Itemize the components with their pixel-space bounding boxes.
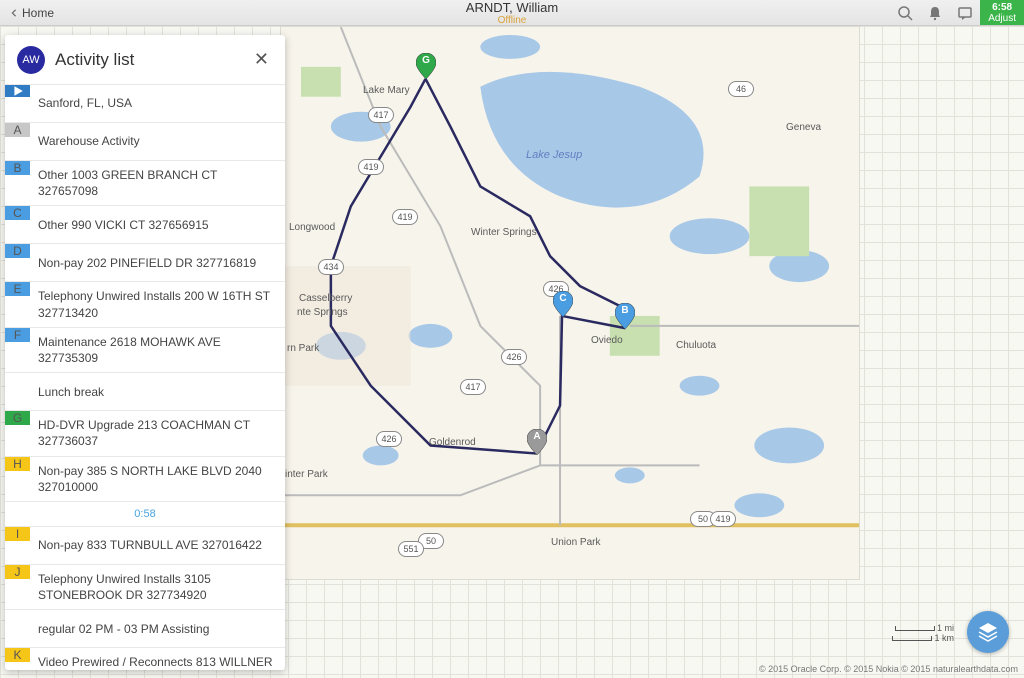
- place-label: rn Park: [287, 343, 319, 354]
- activity-badge: J: [5, 565, 30, 579]
- status-label: Offline: [466, 15, 558, 26]
- map-scale: 1 mi 1 km: [892, 623, 954, 643]
- place-label: Longwood: [289, 222, 335, 233]
- activity-badge: E: [5, 282, 30, 296]
- activity-badge: A: [5, 123, 30, 137]
- lake-label: Lake Jesup: [526, 149, 582, 161]
- activity-text: HD-DVR Upgrade 213 COACHMAN CT 327736037: [30, 411, 285, 455]
- activity-text: Maintenance 2618 MOHAWK AVE 327735309: [30, 328, 285, 372]
- route-badge: 426: [376, 431, 402, 447]
- map-panel[interactable]: Lake Jesup Lake Mary Geneva Winter Springs…: [280, 26, 860, 580]
- activity-text: Telephony Unwired Installs 3105 STONEBRO…: [30, 565, 285, 609]
- activity-badge: F: [5, 328, 30, 342]
- map-pin[interactable]: C: [553, 291, 573, 317]
- place-label: Winter Springs: [471, 227, 537, 238]
- place-label: nte Springs: [297, 307, 348, 318]
- activity-item[interactable]: FMaintenance 2618 MOHAWK AVE 327735309: [5, 327, 285, 372]
- route-badge: 426: [501, 349, 527, 365]
- place-label: Geneva: [786, 122, 821, 133]
- adjust-time: 6:58: [992, 2, 1012, 13]
- route-badge: 417: [368, 107, 394, 123]
- home-label: Home: [22, 6, 54, 20]
- route-badge: 419: [392, 209, 418, 225]
- activity-badge: D: [5, 244, 30, 258]
- activity-badge: G: [5, 411, 30, 425]
- home-button[interactable]: Home: [0, 0, 64, 25]
- map-attribution: © 2015 Oracle Corp. © 2015 Nokia © 2015 …: [759, 664, 1018, 674]
- activity-text: Non-pay 385 S NORTH LAKE BLVD 2040 32701…: [30, 457, 285, 501]
- route-badge: 419: [710, 511, 736, 527]
- activity-text: Video Prewired / Reconnects 813 WILLNER …: [30, 648, 285, 670]
- activity-item[interactable]: KVideo Prewired / Reconnects 813 WILLNER…: [5, 647, 285, 670]
- activity-item[interactable]: AWarehouse Activity: [5, 122, 285, 160]
- place-label: Lake Mary: [363, 85, 410, 96]
- map-pin[interactable]: B: [615, 303, 635, 329]
- panel-title: Activity list: [55, 50, 250, 70]
- activity-text: Sanford, FL, USA: [30, 89, 140, 117]
- activity-item[interactable]: INon-pay 833 TURNBULL AVE 327016422: [5, 526, 285, 564]
- route-badge: 417: [460, 379, 486, 395]
- activity-text: regular 02 PM - 03 PM Assisting: [30, 615, 217, 643]
- activity-text: Telephony Unwired Installs 200 W 16TH ST…: [30, 282, 285, 326]
- activity-item[interactable]: COther 990 VICKI CT 327656915: [5, 205, 285, 243]
- activity-item[interactable]: BOther 1003 GREEN BRANCH CT 327657098: [5, 160, 285, 205]
- activity-text: Warehouse Activity: [30, 127, 148, 155]
- adjust-label: Adjust: [988, 13, 1016, 24]
- place-label: inter Park: [285, 469, 328, 480]
- activity-badge: C: [5, 206, 30, 220]
- place-label: Casselberry: [299, 293, 352, 304]
- map-pin[interactable]: G: [416, 53, 436, 79]
- chat-icon[interactable]: [950, 0, 980, 25]
- route-badge: 551: [398, 541, 424, 557]
- activity-item[interactable]: Sanford, FL, USA: [5, 84, 285, 122]
- activity-item[interactable]: HNon-pay 385 S NORTH LAKE BLVD 2040 3270…: [5, 456, 285, 501]
- activity-text: Lunch break: [30, 378, 112, 406]
- bell-icon[interactable]: [920, 0, 950, 25]
- route-badge: 434: [318, 259, 344, 275]
- place-label: Chuluota: [676, 340, 716, 351]
- activity-text: Non-pay 833 TURNBULL AVE 327016422: [30, 531, 270, 559]
- adjust-button[interactable]: 6:58 Adjust: [980, 0, 1024, 25]
- search-icon[interactable]: [890, 0, 920, 25]
- route-badge: 46: [728, 81, 754, 97]
- activity-badge: K: [5, 648, 30, 662]
- activity-panel: AW Activity list ✕ Sanford, FL, USAAWare…: [5, 35, 285, 670]
- activity-item[interactable]: JTelephony Unwired Installs 3105 STONEBR…: [5, 564, 285, 609]
- activity-list[interactable]: Sanford, FL, USAAWarehouse ActivityBOthe…: [5, 84, 285, 670]
- place-label: Goldenrod: [429, 437, 476, 448]
- header-title: ARNDT, William Offline: [466, 0, 558, 26]
- avatar[interactable]: AW: [17, 46, 45, 74]
- activity-item[interactable]: DNon-pay 202 PINEFIELD DR 327716819: [5, 243, 285, 281]
- activity-item[interactable]: Lunch break: [5, 372, 285, 410]
- activity-badge: I: [5, 527, 30, 541]
- activity-badge: B: [5, 161, 30, 175]
- activity-text: Other 990 VICKI CT 327656915: [30, 211, 217, 239]
- activity-item[interactable]: regular 02 PM - 03 PM Assisting: [5, 609, 285, 647]
- map-pin[interactable]: A: [527, 429, 547, 455]
- place-label: Oviedo: [591, 335, 623, 346]
- place-label: Union Park: [551, 537, 600, 548]
- activity-badge: H: [5, 457, 30, 471]
- play-icon: [5, 85, 30, 97]
- layers-icon: [976, 620, 1000, 644]
- route-badge: 419: [358, 159, 384, 175]
- activity-item[interactable]: GHD-DVR Upgrade 213 COACHMAN CT 32773603…: [5, 410, 285, 455]
- person-name: ARNDT, William: [466, 0, 558, 15]
- time-gap: 0:58: [5, 501, 285, 526]
- chevron-left-icon: [10, 9, 18, 17]
- activity-text: Non-pay 202 PINEFIELD DR 327716819: [30, 249, 264, 277]
- layers-button[interactable]: [967, 611, 1009, 653]
- activity-item[interactable]: ETelephony Unwired Installs 200 W 16TH S…: [5, 281, 285, 326]
- close-icon[interactable]: ✕: [250, 45, 273, 74]
- activity-text: Other 1003 GREEN BRANCH CT 327657098: [30, 161, 285, 205]
